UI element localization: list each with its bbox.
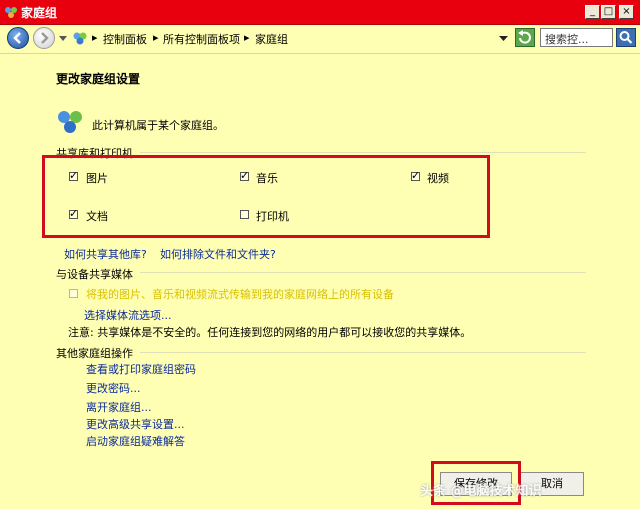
address-dropdown-icon[interactable]: [499, 36, 508, 42]
maximize-button[interactable]: □: [601, 5, 616, 19]
other-actions-label: 其他家庭组操作: [56, 347, 133, 360]
breadcrumb-homegroup[interactable]: 家庭组: [255, 31, 288, 47]
stream-media-checkbox[interactable]: [69, 289, 78, 298]
choose-media-options-link[interactable]: 选择媒体流选项...: [84, 307, 172, 323]
search-input[interactable]: 搜索控...: [540, 28, 613, 47]
breadcrumb-all-items[interactable]: 所有控制面板项: [163, 31, 240, 47]
window-titlebar[interactable]: 家庭组 _ □ ×: [0, 0, 640, 25]
breadcrumb-separator-icon[interactable]: ▸: [92, 31, 98, 44]
back-button[interactable]: [7, 27, 29, 49]
media-section-label: 与设备共享媒体: [56, 268, 133, 281]
membership-text: 此计算机属于某个家庭组。: [92, 119, 224, 132]
search-button[interactable]: [616, 28, 636, 47]
exclude-files-link[interactable]: 如何排除文件和文件夹?: [160, 246, 276, 262]
advanced-sharing-link[interactable]: 更改高级共享设置...: [86, 416, 185, 432]
search-icon: [619, 31, 633, 44]
minimize-button[interactable]: _: [585, 5, 600, 19]
close-button[interactable]: ×: [619, 5, 634, 19]
media-note: 注意: 共享媒体是不安全的。任何连接到您的网络的用户都可以接收您的共享媒体。: [68, 326, 472, 339]
history-dropdown-icon[interactable]: [59, 36, 67, 42]
arrow-right-icon: [41, 32, 49, 44]
change-password-link[interactable]: 更改密码...: [86, 380, 141, 396]
refresh-icon[interactable]: [515, 28, 535, 47]
breadcrumb-separator-icon[interactable]: ▸: [153, 31, 159, 44]
watermark: 头条 @电脑技术知识: [420, 484, 542, 499]
homegroup-icon: [58, 111, 82, 133]
homegroup-icon: [5, 7, 17, 18]
leave-homegroup-link[interactable]: 离开家庭组...: [86, 399, 152, 415]
troubleshoot-link[interactable]: 启动家庭组疑难解答: [86, 433, 185, 449]
arrow-left-icon: [13, 32, 21, 44]
divider: [140, 272, 586, 273]
breadcrumb-separator-icon[interactable]: ▸: [244, 31, 250, 44]
breadcrumb-control-panel[interactable]: 控制面板: [103, 31, 147, 47]
control-panel-icon: [73, 32, 87, 45]
highlight-box-share-options: [42, 155, 490, 238]
stream-media-label: 将我的图片、音乐和视频流式传输到我的家庭网络上的所有设备: [86, 288, 394, 301]
window-title: 家庭组: [21, 6, 58, 20]
forward-button[interactable]: [33, 27, 55, 49]
divider: [140, 352, 586, 353]
address-bar: ▸ 控制面板 ▸ 所有控制面板项 ▸ 家庭组 搜索控...: [0, 25, 640, 54]
divider: [140, 152, 586, 153]
page-title: 更改家庭组设置: [56, 72, 141, 86]
view-print-password-link[interactable]: 查看或打印家庭组密码: [86, 361, 196, 377]
share-other-libraries-link[interactable]: 如何共享其他库?: [64, 246, 147, 262]
